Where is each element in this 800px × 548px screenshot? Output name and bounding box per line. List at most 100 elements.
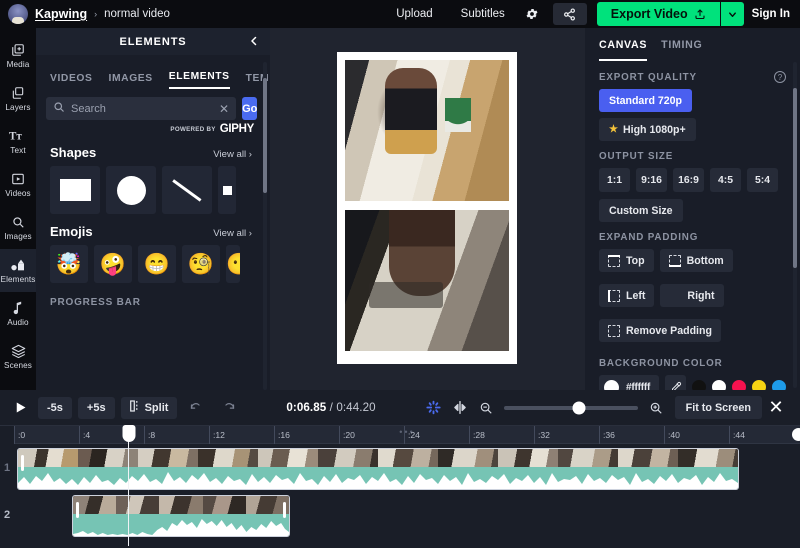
rectangle-shape	[59, 179, 91, 201]
redo-icon[interactable]	[215, 397, 241, 419]
timeline-clip[interactable]	[72, 495, 290, 537]
chevron-left-icon[interactable]	[248, 35, 260, 49]
shape-line[interactable]	[162, 166, 212, 214]
padding-right-button[interactable]: Right	[660, 284, 724, 307]
shape-rectangle[interactable]	[50, 166, 100, 214]
sign-in-button[interactable]: Sign In	[752, 8, 800, 20]
tab-timing[interactable]: TIMING	[661, 39, 702, 61]
fit-to-screen-button[interactable]: Fit to Screen	[674, 396, 762, 419]
share-icon[interactable]	[552, 3, 587, 25]
shape-circle[interactable]	[106, 166, 156, 214]
playhead[interactable]	[122, 425, 135, 546]
undo-icon[interactable]	[183, 397, 209, 419]
avatar[interactable]	[8, 4, 28, 24]
brand-link[interactable]: Kapwing	[35, 7, 87, 21]
emoji-tile[interactable]: 😶	[226, 245, 240, 283]
quality-high-label: High 1080p+	[622, 123, 686, 136]
total-time: / 0:44.20	[329, 401, 376, 414]
zoom-slider-knob[interactable]	[572, 401, 586, 414]
left-rail: Media Layers Tт Text Videos Images Eleme…	[0, 28, 36, 390]
sidebar-item-elements[interactable]: Elements	[0, 249, 36, 292]
quality-high-1080p[interactable]: ★ High 1080p+	[599, 118, 696, 141]
padding-bottom-button[interactable]: Bottom	[659, 249, 733, 272]
custom-size-button[interactable]: Custom Size	[599, 199, 683, 222]
quality-standard-720p[interactable]: Standard 720p	[599, 89, 693, 112]
remove-padding-button[interactable]: Remove Padding	[599, 319, 721, 342]
emoji-tile[interactable]: 😁	[138, 245, 176, 283]
export-options-button[interactable]	[719, 2, 744, 26]
timeline-clip[interactable]	[17, 448, 739, 490]
close-icon[interactable]: ✕	[219, 103, 229, 115]
split-button[interactable]: Split	[120, 396, 178, 419]
back-5s-button[interactable]: -5s	[38, 396, 72, 419]
track-row: 1	[0, 444, 800, 491]
tab-canvas[interactable]: CANVAS	[599, 39, 648, 61]
search-go-button[interactable]: Go	[242, 97, 258, 120]
zoom-in-icon[interactable]	[643, 397, 669, 419]
clip-handle-left[interactable]	[76, 502, 79, 518]
play-icon[interactable]	[8, 396, 32, 420]
zoom-out-icon[interactable]	[473, 397, 499, 419]
right-scrollbar-thumb[interactable]	[793, 88, 797, 268]
upload-button[interactable]: Upload	[382, 8, 446, 20]
export-video-button[interactable]: Export Video	[596, 2, 720, 26]
ratio-16-9[interactable]: 16:9	[673, 168, 704, 192]
question-mark-icon[interactable]: ?	[774, 71, 786, 83]
emoji-tile[interactable]: 🤯	[50, 245, 88, 283]
padding-left-label: Left	[626, 289, 646, 302]
ruler-tick: :24	[404, 426, 420, 444]
ruler-tick: :44	[729, 426, 745, 444]
padding-left-button[interactable]: Left	[599, 284, 655, 307]
canvas-preview[interactable]	[337, 52, 517, 364]
timeline-end-knob[interactable]	[792, 428, 800, 441]
zoom-slider[interactable]	[503, 397, 638, 419]
project-title[interactable]: normal video	[104, 8, 170, 20]
close-icon[interactable]: ✕	[762, 395, 790, 421]
sidebar-item-images[interactable]: Images	[0, 206, 36, 249]
ruler-tick: :8	[144, 426, 155, 444]
sidebar-item-audio[interactable]: Audio	[0, 292, 36, 335]
tab-images[interactable]: IMAGES	[109, 73, 153, 89]
clip-handle-left[interactable]	[21, 455, 24, 471]
sidebar-item-videos[interactable]: Videos	[0, 163, 36, 206]
clip-handle-right[interactable]	[283, 502, 286, 518]
playhead-handle[interactable]	[122, 425, 135, 442]
ruler-tick: :16	[274, 426, 290, 444]
video-frame-top[interactable]	[345, 60, 509, 201]
sidebar-label-audio: Audio	[7, 318, 29, 327]
emojis-view-all[interactable]: View all ›	[213, 228, 252, 239]
shapes-row	[36, 166, 270, 214]
emoji-tile[interactable]: 🤪	[94, 245, 132, 283]
ratio-5-4[interactable]: 5:4	[747, 168, 778, 192]
subtitles-button[interactable]: Subtitles	[447, 8, 519, 20]
text-icon: Tт	[9, 128, 27, 143]
sidebar-item-scenes[interactable]: Scenes	[0, 335, 36, 378]
emoji-tile[interactable]: 🧐	[182, 245, 220, 283]
padding-top-button[interactable]: Top	[599, 249, 654, 272]
sidebar-item-media[interactable]: Media	[0, 34, 36, 77]
sidebar-item-layers[interactable]: Layers	[0, 77, 36, 120]
ruler-tick: :36	[599, 426, 615, 444]
scenes-stack-icon	[11, 343, 26, 358]
emojis-row: 🤯 🤪 😁 🧐 😶	[36, 245, 270, 283]
ratio-1-1[interactable]: 1:1	[599, 168, 630, 192]
export-group: Export Video	[596, 2, 744, 26]
top-bar: Kapwing › normal video Upload Subtitles …	[0, 0, 800, 28]
tab-elements[interactable]: ELEMENTS	[168, 71, 230, 89]
timeline-toolbar: -5s +5s Split 0:06.85 / 0:44.20 Fit to S…	[0, 390, 800, 426]
tab-videos[interactable]: VIDEOS	[50, 73, 93, 89]
gear-icon[interactable]	[519, 3, 545, 25]
snap-magnet-icon[interactable]	[421, 397, 447, 419]
shape-small-square[interactable]	[218, 166, 236, 214]
shapes-view-all[interactable]: View all ›	[213, 149, 252, 160]
panel-scrollbar-thumb[interactable]	[263, 78, 267, 193]
flip-horizontal-icon[interactable]	[447, 397, 473, 419]
ratio-4-5[interactable]: 4:5	[710, 168, 741, 192]
ruler-tick: :40	[664, 426, 680, 444]
ratio-9-16[interactable]: 9:16	[636, 168, 667, 192]
search-input[interactable]	[71, 102, 213, 115]
forward-5s-button[interactable]: +5s	[77, 396, 115, 419]
sidebar-item-text[interactable]: Tт Text	[0, 120, 36, 163]
search-box[interactable]: ✕	[46, 97, 237, 120]
video-frame-bottom[interactable]	[345, 210, 509, 351]
